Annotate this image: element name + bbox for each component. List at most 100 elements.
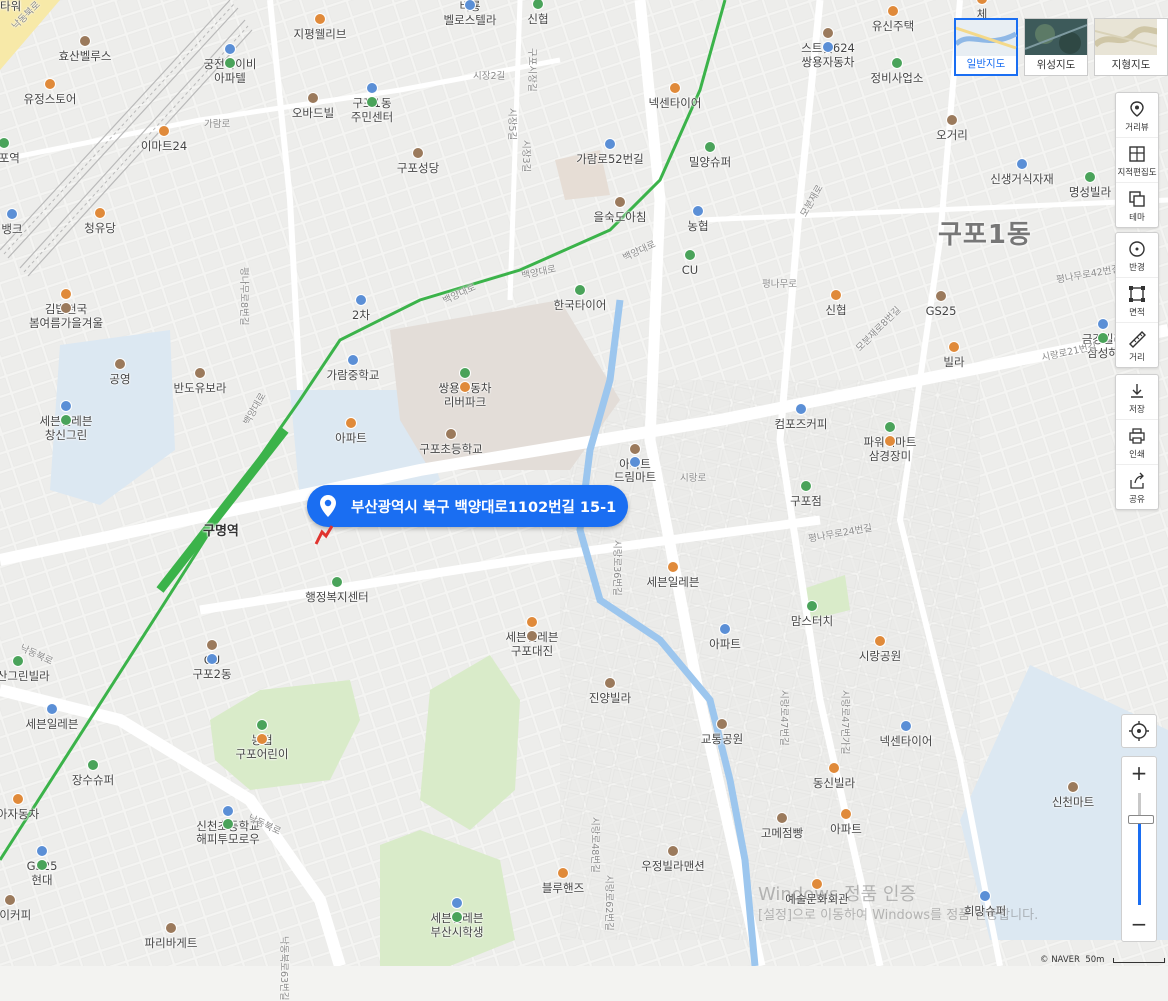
poi-label[interactable]: 농협 (687, 220, 708, 233)
poi-marker-icon[interactable] (800, 480, 812, 492)
poi-marker-icon[interactable] (46, 703, 58, 715)
poi-marker-icon[interactable] (222, 805, 234, 817)
poi-marker-icon[interactable] (224, 43, 236, 55)
poi-marker-icon[interactable] (822, 41, 834, 53)
poi-marker-icon[interactable] (604, 677, 616, 689)
poi-marker-icon[interactable] (684, 249, 696, 261)
poi-label[interactable]: 교통공원 (701, 733, 743, 746)
poi-label[interactable]: 세븐일레븐 (647, 576, 700, 589)
poi-label[interactable]: 반도유보라 (174, 382, 227, 395)
poi-label[interactable]: 청유당 (84, 222, 116, 235)
poi-marker-icon[interactable] (1067, 781, 1079, 793)
poi-label[interactable]: 구포성당 (397, 162, 439, 175)
poi-marker-icon[interactable] (60, 414, 72, 426)
poi-label[interactable]: 덕산그린빌라 (0, 670, 50, 683)
poi-marker-icon[interactable] (776, 812, 788, 824)
poi-marker-icon[interactable] (366, 96, 378, 108)
poi-label[interactable]: 컴포즈커피 (775, 418, 828, 431)
poi-label[interactable]: 파리바게트 (145, 937, 198, 950)
poi-label[interactable]: 구포점 (790, 495, 822, 508)
theme-button[interactable]: 테마 (1116, 183, 1158, 227)
poi-label[interactable]: 구포초등학교 (419, 443, 482, 456)
poi-marker-icon[interactable] (704, 141, 716, 153)
poi-marker-icon[interactable] (412, 147, 424, 159)
poi-label[interactable]: 넥센타이어 (649, 97, 702, 110)
poi-marker-icon[interactable] (12, 655, 24, 667)
print-button[interactable]: 인쇄 (1116, 420, 1158, 465)
poi-label[interactable]: 명성빌라 (1069, 186, 1111, 199)
poi-label[interactable]: 넥센타이어 (880, 735, 933, 748)
poi-marker-icon[interactable] (60, 302, 72, 314)
poi-marker-icon[interactable] (884, 421, 896, 433)
poi-marker-icon[interactable] (36, 859, 48, 871)
poi-label[interactable]: 맘스터치 (791, 615, 833, 628)
poi-label[interactable]: 리버파크 (444, 396, 486, 409)
poi-marker-icon[interactable] (669, 82, 681, 94)
poi-marker-icon[interactable] (946, 114, 958, 126)
radius-button[interactable]: 반경 (1116, 233, 1158, 278)
poi-label[interactable]: 유정스토어 (24, 93, 77, 106)
poi-label[interactable]: 유신주택 (872, 20, 914, 33)
poi-label[interactable]: 동신빌라 (813, 777, 855, 790)
map-type-terrain[interactable]: 지형지도 (1094, 18, 1168, 76)
poi-marker-icon[interactable] (345, 417, 357, 429)
poi-label[interactable]: 을숙도아침 (594, 211, 647, 224)
poi-marker-icon[interactable] (114, 358, 126, 370)
poi-marker-icon[interactable] (165, 922, 177, 934)
poi-marker-icon[interactable] (158, 125, 170, 137)
map-type-normal[interactable]: 일반지도 (954, 18, 1018, 76)
poi-marker-icon[interactable] (36, 845, 48, 857)
poi-label[interactable]: 세븐일레븐 (26, 718, 79, 731)
poi-marker-icon[interactable] (6, 208, 18, 220)
poi-label[interactable]: 이마트24 (141, 140, 187, 153)
poi-label[interactable]: 구포대진 (511, 645, 553, 658)
poi-label[interactable]: 고메점빵 (761, 827, 803, 840)
poi-label[interactable]: 주민센터 (351, 111, 393, 124)
poi-marker-icon[interactable] (355, 294, 367, 306)
poi-marker-icon[interactable] (806, 600, 818, 612)
poi-label[interactable]: 장수슈퍼 (72, 774, 114, 787)
poi-label[interactable]: 가람로52번길 (576, 153, 644, 166)
poi-marker-icon[interactable] (347, 354, 359, 366)
poi-marker-icon[interactable] (445, 428, 457, 440)
poi-marker-icon[interactable] (822, 27, 834, 39)
zoom-slider-handle[interactable] (1128, 815, 1154, 824)
poi-marker-icon[interactable] (459, 367, 471, 379)
poi-marker-icon[interactable] (614, 196, 626, 208)
poi-marker-icon[interactable] (451, 897, 463, 909)
search-result-marker[interactable]: 부산광역시 북구 백양대로1102번길 15-1 (307, 485, 629, 527)
poi-marker-icon[interactable] (830, 289, 842, 301)
poi-marker-icon[interactable] (256, 733, 268, 745)
poi-label[interactable]: 지평웰리브 (294, 28, 347, 41)
poi-marker-icon[interactable] (667, 561, 679, 573)
poi-marker-icon[interactable] (222, 818, 234, 830)
poi-label[interactable]: 오바드빌 (292, 107, 334, 120)
poi-label[interactable]: 드림마트 (614, 471, 656, 484)
poi-marker-icon[interactable] (331, 576, 343, 588)
poi-label[interactable]: 행정복지센터 (305, 591, 368, 604)
poi-marker-icon[interactable] (900, 720, 912, 732)
distance-button[interactable]: 거리 (1116, 323, 1158, 367)
poi-marker-icon[interactable] (604, 138, 616, 150)
poi-marker-icon[interactable] (206, 639, 218, 651)
poi-label[interactable]: 부산시학생 (431, 926, 484, 939)
share-button[interactable]: 공유 (1116, 465, 1158, 509)
poi-marker-icon[interactable] (79, 35, 91, 47)
poi-marker-icon[interactable] (840, 808, 852, 820)
poi-label[interactable]: 삼경장미 (869, 450, 911, 463)
poi-label[interactable]: 구포역 (0, 152, 20, 165)
poi-marker-icon[interactable] (194, 367, 206, 379)
poi-marker-icon[interactable] (574, 284, 586, 296)
poi-marker-icon[interactable] (935, 290, 947, 302)
poi-marker-icon[interactable] (1016, 158, 1028, 170)
zoom-out-button[interactable]: − (1122, 909, 1156, 941)
poi-marker-icon[interactable] (557, 867, 569, 879)
poi-label[interactable]: 아파트 (830, 823, 862, 836)
poi-label[interactable]: 현대 (31, 874, 52, 887)
poi-marker-icon[interactable] (692, 205, 704, 217)
poi-label[interactable]: GS25 (926, 305, 957, 318)
station-label[interactable]: 구명역 (203, 525, 239, 538)
poi-label[interactable]: 오거리 (936, 129, 968, 142)
area-button[interactable]: 면적 (1116, 278, 1158, 323)
poi-marker-icon[interactable] (891, 57, 903, 69)
